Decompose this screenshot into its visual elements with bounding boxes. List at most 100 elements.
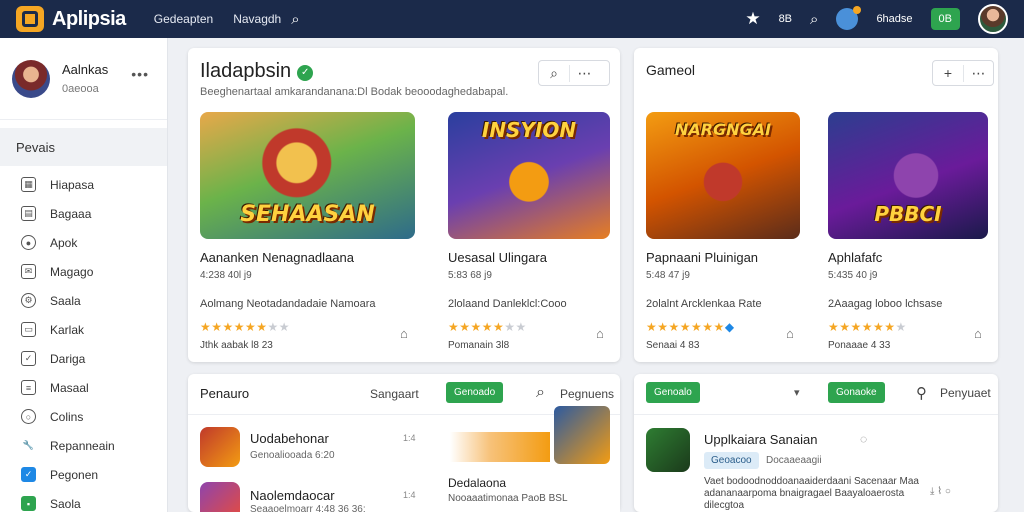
sidebar-item-8[interactable]: ○ Colins bbox=[0, 402, 167, 431]
filter-pill[interactable]: Gonaoke bbox=[828, 382, 885, 403]
sidebar-item-0[interactable]: ▦ Hiapasa bbox=[0, 170, 167, 199]
side-panel: Gameol + ⋯ NARGNGAI Papnaani Pluinigan 5:… bbox=[634, 48, 998, 362]
bookmark-icon[interactable]: ⌂ bbox=[596, 326, 604, 341]
more-icon[interactable]: ⋯ bbox=[963, 64, 993, 82]
sidebar-item-1[interactable]: ▤ Bagaaa bbox=[0, 199, 167, 228]
search-icon[interactable]: ⌕ bbox=[810, 11, 818, 28]
game-card[interactable]: NARGNGAI Papnaani Pluinigan 5:48 47 j9 2… bbox=[646, 112, 800, 358]
robot-icon[interactable] bbox=[836, 6, 862, 30]
sidebar-item-label: Colins bbox=[50, 409, 84, 424]
game-description: 2olalnt Arcklenkaa Rate bbox=[646, 298, 762, 310]
top-bar: Aplipsia Gedeapten Navagdh ⌕ ★ 8B ⌕ 6had… bbox=[0, 0, 1024, 38]
sidebar-item-9[interactable]: 🔧 Repanneain bbox=[0, 431, 167, 460]
promo-block[interactable]: Dedalaona Nooaaatimonaa PaoB BSL bbox=[436, 406, 620, 512]
sidebar-item-10[interactable]: ✓ Pegonen bbox=[0, 460, 167, 489]
nav-item-2[interactable]: Navagdh bbox=[233, 12, 281, 26]
sidebar-item-6[interactable]: ✓ Dariga bbox=[0, 344, 167, 373]
game-footer: Senaai 4 83 bbox=[646, 340, 700, 351]
sidebar-item-7[interactable]: ≡ Masaal bbox=[0, 373, 167, 402]
featured-title-text: Iladapbsin bbox=[200, 60, 292, 82]
download-icon[interactable]: ⤓ ⌇ ○ bbox=[930, 486, 951, 497]
star-icon[interactable]: ★ bbox=[745, 9, 760, 29]
rating-stars: ★★★★★★★◆ bbox=[646, 320, 735, 334]
nav-item-1[interactable]: Gedeapten bbox=[154, 12, 213, 26]
game-meta: 5:48 47 j9 bbox=[646, 270, 690, 281]
popular-title: Penauro bbox=[200, 386, 250, 401]
stars-off: ★ bbox=[895, 320, 907, 334]
game-card[interactable]: INSYION Uesasal Ulingara 5:83 68 j9 2lol… bbox=[448, 112, 610, 358]
game-art: PBBCI bbox=[828, 112, 988, 239]
more-icon[interactable]: ••• bbox=[131, 66, 149, 82]
refresh-icon[interactable]: ◌ bbox=[860, 432, 867, 446]
game-description: 2Aaagag loboo lchsase bbox=[828, 298, 943, 310]
settings-icon: ⚙ bbox=[21, 293, 36, 308]
updates-action[interactable]: Penyuaet bbox=[940, 386, 991, 400]
search-icon[interactable]: ⌕ bbox=[291, 11, 299, 28]
search-icon[interactable]: ⌕ bbox=[539, 65, 569, 82]
profile-subtitle: 0aeooa bbox=[62, 83, 99, 95]
stars-on: ★★★★★★★ bbox=[646, 320, 725, 334]
list-item-title[interactable]: Uodabehonar bbox=[250, 431, 329, 446]
sort-label[interactable]: Sangaart bbox=[370, 387, 419, 401]
game-art: NARGNGAI bbox=[646, 112, 800, 239]
sidebar-item-label: Apok bbox=[50, 235, 78, 250]
list-item-subtitle: Seaaoelmoarr 4:48 36 36: bbox=[250, 504, 366, 512]
sidebar-item-4[interactable]: ⚙ Saala bbox=[0, 286, 167, 315]
user-avatar[interactable] bbox=[978, 4, 1008, 34]
update-description: Vaet bodoodnoddoanaaiderdaani Sacenaar M… bbox=[704, 476, 919, 511]
promo-banner bbox=[450, 432, 550, 462]
search-icon[interactable]: ⌕ bbox=[536, 384, 545, 402]
bookmark-icon[interactable]: ⌂ bbox=[400, 326, 408, 341]
user-icon[interactable]: ⚲ bbox=[916, 384, 927, 402]
bookmark-icon[interactable]: ⌂ bbox=[786, 326, 794, 341]
sidebar-item-5[interactable]: ▭ Karlak bbox=[0, 315, 167, 344]
bookmark-icon[interactable]: ⌂ bbox=[974, 326, 982, 341]
game-art-title: NARGNGAI bbox=[674, 120, 772, 139]
sidebar-item-2[interactable]: ● Apok bbox=[0, 228, 167, 257]
genre-pill[interactable]: Genoado bbox=[446, 382, 504, 403]
app-logo[interactable]: Aplipsia bbox=[16, 6, 126, 32]
sidebar-item-11[interactable]: ▪ Saola bbox=[0, 489, 167, 512]
search-label[interactable]: Pegnuens bbox=[560, 387, 614, 401]
sidebar-item-3[interactable]: ✉ Magago bbox=[0, 257, 167, 286]
game-thumbnail[interactable] bbox=[200, 482, 240, 512]
sidebar-item-label: Repanneain bbox=[50, 438, 115, 453]
game-art-title: INSYION bbox=[481, 118, 577, 142]
top-action-button[interactable]: 0B bbox=[930, 8, 960, 30]
filter-pill[interactable]: Genoalo bbox=[646, 382, 700, 403]
stars-on: ★★★★★★ bbox=[200, 320, 268, 334]
sidebar-item-label: Hiapasa bbox=[50, 177, 95, 192]
add-icon[interactable]: + bbox=[933, 65, 963, 81]
coin-icon: ○ bbox=[21, 409, 36, 424]
chevron-down-icon[interactable]: ▾ bbox=[794, 386, 800, 399]
update-title[interactable]: Upplkaiara Sanaian bbox=[704, 432, 817, 447]
game-thumbnail[interactable] bbox=[646, 428, 690, 472]
list-icon: ≡ bbox=[21, 380, 36, 395]
side-panel-toolbar: + ⋯ bbox=[932, 60, 994, 86]
sidebar-item-label: Karlak bbox=[50, 322, 85, 337]
stars-off: ★★ bbox=[267, 320, 291, 334]
list-item-title[interactable]: Naolemdaocar bbox=[250, 488, 335, 503]
rating-stars: ★★★★★★★ bbox=[828, 320, 907, 334]
game-card[interactable]: SEHAASAN Aananken Nenagnadlaana 4:238 40… bbox=[200, 112, 415, 358]
mail-icon: ✉ bbox=[21, 264, 36, 279]
verified-icon: ✓ bbox=[297, 65, 314, 81]
check-icon: ✓ bbox=[21, 351, 36, 366]
list-item-time: 1:4 bbox=[403, 490, 416, 500]
sidebar-item-label: Masaal bbox=[50, 380, 89, 395]
game-meta: 5:83 68 j9 bbox=[448, 270, 492, 281]
bag-icon: ▤ bbox=[21, 206, 36, 221]
game-thumbnail[interactable] bbox=[200, 427, 240, 467]
app-logo-icon bbox=[16, 6, 44, 32]
game-title: Papnaani Pluinigan bbox=[646, 250, 759, 265]
sidebar-item-label: Dariga bbox=[50, 351, 86, 366]
featured-subtitle: Beeghenartaal amkarandanana:Dl Bodak beo… bbox=[200, 86, 509, 98]
profile-block[interactable]: Aalnkas 0aeooa ••• bbox=[0, 38, 167, 120]
game-description: Aolmang Neotadandadaie Namoara bbox=[200, 298, 376, 310]
more-icon[interactable]: ⋯ bbox=[569, 64, 599, 82]
notification-count: 8B bbox=[778, 13, 793, 25]
rating-stars: ★★★★★★★★ bbox=[200, 320, 290, 334]
game-card[interactable]: PBBCI Aphlafafc 5:435 40 j9 2Aaagag lobo… bbox=[828, 112, 988, 358]
game-art-title: SEHAASAN bbox=[240, 202, 375, 227]
updates-panel: Genoalo ▾ Gonaoke ⚲ Penyuaet Upplkaiara … bbox=[634, 374, 998, 512]
